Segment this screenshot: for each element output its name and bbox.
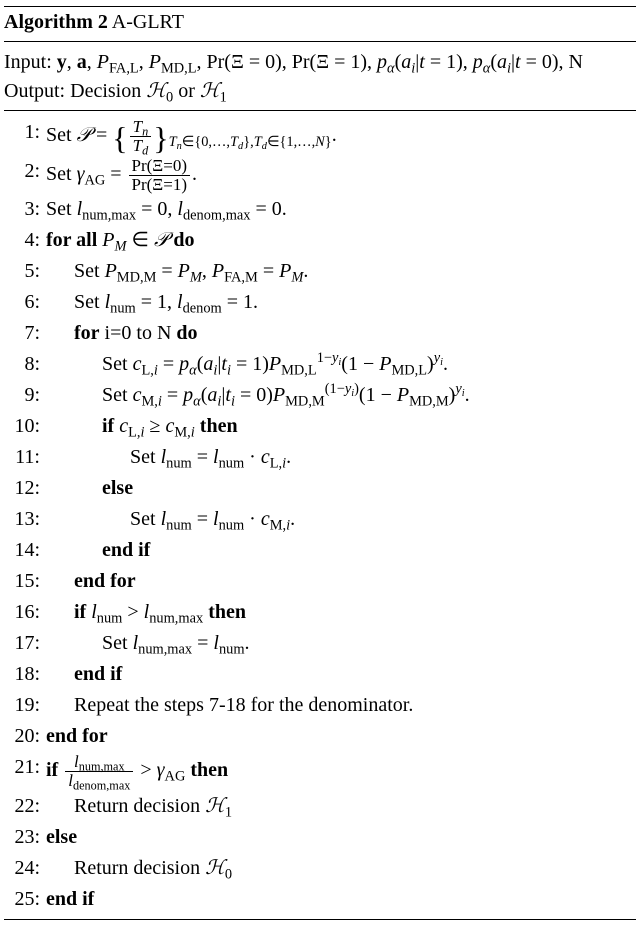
line-code: for i=0 to N do [46, 319, 636, 348]
line-code: end if [46, 660, 636, 689]
line-code: Repeat the steps 7-18 for the denominato… [46, 691, 636, 720]
alg-step-25: 25: end if [4, 884, 636, 915]
line-code: end if [46, 536, 636, 565]
line-number: 17: [4, 629, 46, 658]
output-label: Output: [4, 80, 65, 102]
line-number: 10: [4, 412, 46, 441]
line-number: 22: [4, 792, 46, 821]
line-code: end if [46, 885, 636, 914]
input-label: Input: [4, 51, 52, 73]
line-code: end for [46, 567, 636, 596]
input-values: y, a, PFA,L, PMD,L, Pr(Ξ = 0), Pr(Ξ = 1)… [57, 51, 583, 73]
line-number: 21: [4, 753, 46, 782]
line-number: 20: [4, 722, 46, 751]
algorithm-label: Algorithm 2 [4, 11, 108, 33]
alg-step-1: 1: Set 𝒫 = {TnTd}Tn∈{0,…,Td},Td∈{1,…,N}. [4, 117, 636, 156]
alg-step-21: 21: if lnum,maxldenom,max > γAG then [4, 752, 636, 791]
input-line: Input: y, a, PFA,L, PMD,L, Pr(Ξ = 0), Pr… [4, 48, 636, 77]
line-code: Set lnum = lnum · cL,i. [46, 443, 636, 472]
algorithm-name: A-GLRT [112, 11, 184, 33]
line-code: Return decision ℋ0 [46, 854, 636, 883]
alg-step-23: 23: else [4, 822, 636, 853]
line-number: 19: [4, 691, 46, 720]
line-code: Set lnum = 1, ldenom = 1. [46, 288, 636, 317]
algorithm-body: 1: Set 𝒫 = {TnTd}Tn∈{0,…,Td},Td∈{1,…,N}.… [4, 117, 636, 919]
alg-step-22: 22: Return decision ℋ1 [4, 791, 636, 822]
rule-top [4, 41, 636, 42]
line-number: 6: [4, 288, 46, 317]
algorithm-block: Algorithm 2 A-GLRT Input: y, a, PFA,L, P… [4, 6, 636, 920]
alg-step-3: 3: Set lnum,max = 0, ldenom,max = 0. [4, 194, 636, 225]
line-code: Set 𝒫 = {TnTd}Tn∈{0,…,Td},Td∈{1,…,N}. [46, 118, 636, 155]
algorithm-header: Algorithm 2 A-GLRT Input: y, a, PFA,L, P… [4, 7, 636, 111]
alg-step-6: 6: Set lnum = 1, ldenom = 1. [4, 287, 636, 318]
line-code: for all PM ∈ 𝒫 do [46, 226, 636, 255]
line-code: Set lnum = lnum · cM,i. [46, 505, 636, 534]
alg-step-17: 17: Set lnum,max = lnum. [4, 628, 636, 659]
alg-step-10: 10: if cL,i ≥ cM,i then [4, 411, 636, 442]
alg-step-5: 5: Set PMD,M = PM, PFA,M = PM. [4, 256, 636, 287]
alg-step-16: 16: if lnum > lnum,max then [4, 597, 636, 628]
alg-step-4: 4: for all PM ∈ 𝒫 do [4, 225, 636, 256]
line-number: 4: [4, 226, 46, 255]
alg-step-11: 11: Set lnum = lnum · cL,i. [4, 442, 636, 473]
line-code: Set cL,i = pα(ai|ti = 1)PMD,L1−yi(1 − PM… [46, 350, 636, 379]
line-number: 1: [4, 118, 46, 147]
line-code: Set lnum,max = 0, ldenom,max = 0. [46, 195, 636, 224]
line-code: Set lnum,max = lnum. [46, 629, 636, 658]
line-number: 16: [4, 598, 46, 627]
line-number: 5: [4, 257, 46, 286]
line-number: 12: [4, 474, 46, 503]
rule-mid [4, 110, 636, 111]
line-code: Set cM,i = pα(ai|ti = 0)PMD,M(1−yi)(1 − … [46, 381, 636, 410]
line-number: 9: [4, 381, 46, 410]
line-code: else [46, 474, 636, 503]
line-number: 3: [4, 195, 46, 224]
alg-step-13: 13: Set lnum = lnum · cM,i. [4, 504, 636, 535]
line-number: 11: [4, 443, 46, 472]
line-code: if lnum > lnum,max then [46, 598, 636, 627]
line-code: else [46, 823, 636, 852]
line-number: 15: [4, 567, 46, 596]
line-number: 18: [4, 660, 46, 689]
alg-step-14: 14: end if [4, 535, 636, 566]
line-number: 7: [4, 319, 46, 348]
line-code: Return decision ℋ1 [46, 792, 636, 821]
alg-step-12: 12: else [4, 473, 636, 504]
line-number: 8: [4, 350, 46, 379]
line-code: Set γAG = Pr(Ξ=0)Pr(Ξ=1). [46, 157, 636, 194]
alg-step-18: 18: end if [4, 659, 636, 690]
line-number: 2: [4, 157, 46, 186]
line-code: if lnum,maxldenom,max > γAG then [46, 753, 636, 790]
alg-step-8: 8: Set cL,i = pα(ai|ti = 1)PMD,L1−yi(1 −… [4, 349, 636, 380]
line-code: end for [46, 722, 636, 751]
line-number: 14: [4, 536, 46, 565]
output-line: Output: Decision ℋ0 or ℋ1 [4, 77, 636, 106]
alg-step-7: 7: for i=0 to N do [4, 318, 636, 349]
line-number: 13: [4, 505, 46, 534]
algorithm-title-line: Algorithm 2 A-GLRT [4, 8, 636, 37]
line-number: 23: [4, 823, 46, 852]
line-number: 24: [4, 854, 46, 883]
alg-step-24: 24: Return decision ℋ0 [4, 853, 636, 884]
line-number: 25: [4, 885, 46, 914]
alg-step-2: 2: Set γAG = Pr(Ξ=0)Pr(Ξ=1). [4, 156, 636, 195]
alg-step-20: 20: end for [4, 721, 636, 752]
alg-step-15: 15: end for [4, 566, 636, 597]
alg-step-19: 19: Repeat the steps 7-18 for the denomi… [4, 690, 636, 721]
output-values: Decision ℋ0 or ℋ1 [70, 80, 227, 102]
alg-step-9: 9: Set cM,i = pα(ai|ti = 0)PMD,M(1−yi)(1… [4, 380, 636, 411]
line-code: Set PMD,M = PM, PFA,M = PM. [46, 257, 636, 286]
line-code: if cL,i ≥ cM,i then [46, 412, 636, 441]
